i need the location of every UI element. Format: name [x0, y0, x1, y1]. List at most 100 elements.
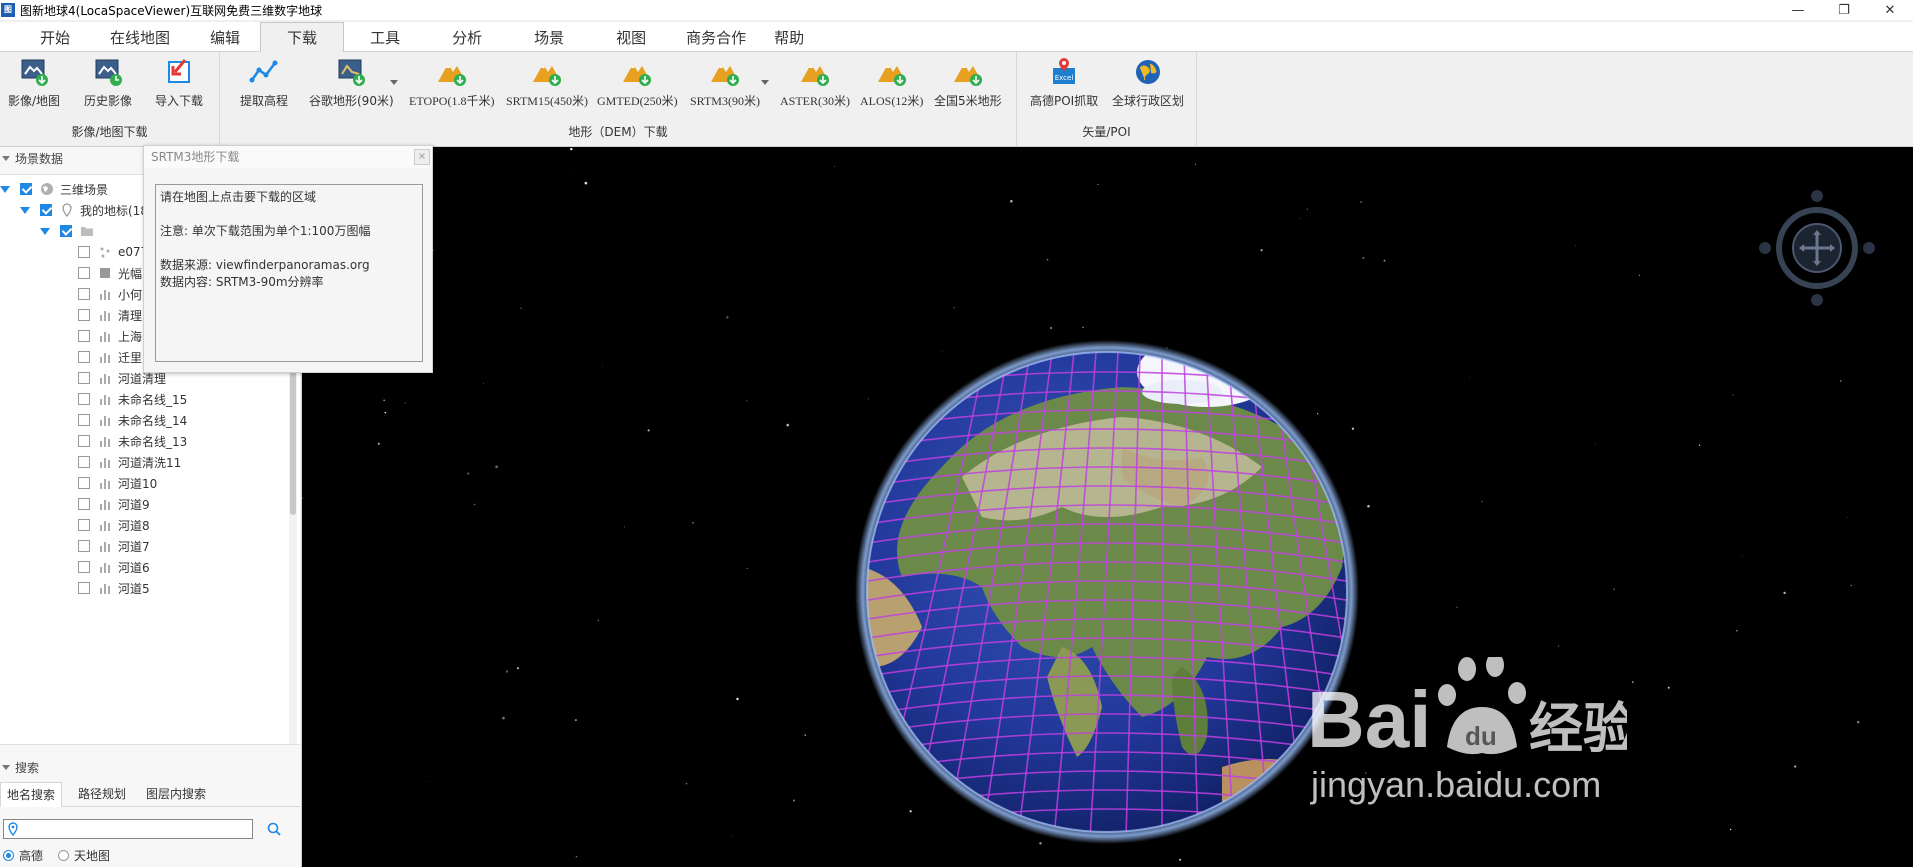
tilt-up-icon[interactable] — [1811, 190, 1823, 202]
gmted-button[interactable]: GMTED(250米) — [597, 56, 678, 109]
globe-canvas[interactable] — [302, 147, 1913, 867]
star — [647, 429, 650, 432]
dialog-line-note: 注意: 单次下载范围为单个1:100万图幅 — [160, 224, 371, 238]
history-imagery-button[interactable]: 历史影像 — [84, 56, 132, 109]
line-layer-icon — [100, 563, 110, 573]
close-button[interactable]: ✕ — [1867, 0, 1913, 20]
item-checkbox[interactable] — [78, 477, 90, 489]
provider-tianditu[interactable]: 天地图 — [58, 847, 110, 863]
tree-row-item[interactable]: 上海 — [78, 327, 142, 345]
item-checkbox[interactable] — [78, 582, 90, 594]
item-checkbox[interactable] — [78, 330, 90, 342]
navigation-compass[interactable] — [1759, 190, 1875, 306]
radio-tianditu[interactable] — [58, 849, 69, 861]
tab-start[interactable]: 开始 — [0, 23, 90, 51]
item-checkbox[interactable] — [78, 288, 90, 300]
item-checkbox[interactable] — [78, 309, 90, 321]
google-terrain-button[interactable]: 谷歌地形(90米) — [309, 56, 394, 109]
globe-view[interactable]: Bai du 经验 jingyan.baidu.com — [302, 147, 1913, 867]
item-checkbox[interactable] — [78, 519, 90, 531]
item-checkbox[interactable] — [78, 435, 90, 447]
search-icon[interactable] — [266, 821, 282, 837]
item-checkbox[interactable] — [78, 267, 90, 279]
star — [1638, 274, 1641, 277]
radio-amap[interactable] — [3, 849, 14, 861]
scene-panel-header[interactable]: 场景数据 — [0, 147, 63, 169]
srtm3-download-dialog[interactable]: SRTM3地形下载 × 请在地图上点击要下载的区域 注意: 单次下载范围为单个1… — [143, 145, 433, 373]
tree-row-item[interactable]: 小何 — [78, 285, 142, 303]
tree-row-item[interactable]: 迁里 — [78, 348, 142, 366]
item-checkbox[interactable] — [78, 246, 90, 258]
tree-row-item[interactable]: 河道7 — [78, 537, 150, 555]
item-checkbox[interactable] — [78, 561, 90, 573]
rotate-left-icon[interactable] — [1759, 242, 1771, 254]
star — [520, 307, 522, 309]
tree-row-item[interactable]: 河道10 — [78, 474, 157, 492]
etopo-button[interactable]: ETOPO(1.8千米) — [409, 56, 494, 109]
tilt-down-icon[interactable] — [1811, 294, 1823, 306]
national-5m-terrain-button[interactable]: 全国5米地形 — [934, 56, 1002, 109]
tab-layer-search[interactable]: 图层内搜索 — [140, 782, 212, 807]
imagery-map-button[interactable]: 影像/地图 — [8, 56, 60, 109]
dialog-close-button[interactable]: × — [414, 149, 430, 165]
restore-button[interactable]: ❐ — [1821, 0, 1867, 20]
srtm3-dropdown-arrow[interactable] — [761, 80, 769, 85]
tree-row-item[interactable]: 河道8 — [78, 516, 150, 534]
srtm3-button[interactable]: SRTM3(90米) — [690, 56, 760, 109]
item-checkbox[interactable] — [78, 351, 90, 363]
tab-route-planning[interactable]: 路径规划 — [72, 782, 132, 807]
root-checkbox[interactable] — [20, 183, 32, 195]
amap-poi-button[interactable]: Excel 高德POI抓取 — [1030, 56, 1098, 109]
tab-edit[interactable]: 编辑 — [190, 23, 260, 51]
item-checkbox[interactable] — [78, 414, 90, 426]
expand-arrow-icon[interactable] — [40, 227, 50, 235]
import-download-button[interactable]: 导入下载 — [155, 56, 203, 109]
provider-amap[interactable]: 高德 — [3, 847, 43, 863]
star — [1039, 842, 1042, 845]
item-checkbox[interactable] — [78, 540, 90, 552]
tree-row-item[interactable]: 河道5 — [78, 579, 150, 597]
tree-row-item[interactable]: 光幅 — [78, 264, 142, 282]
tab-help[interactable]: 帮助 — [760, 23, 818, 51]
tab-online-map[interactable]: 在线地图 — [90, 23, 190, 51]
search-panel-header[interactable]: 搜索 — [0, 756, 39, 778]
tab-business[interactable]: 商务合作 — [672, 23, 760, 51]
tab-scene[interactable]: 场景 — [508, 23, 590, 51]
star — [1558, 645, 1560, 647]
tree-row-item[interactable]: 河道清洗11 — [78, 453, 181, 471]
marks-checkbox[interactable] — [40, 204, 52, 216]
star — [953, 306, 956, 309]
rotate-right-icon[interactable] — [1863, 242, 1875, 254]
alos-button[interactable]: ALOS(12米) — [860, 56, 923, 109]
item-checkbox[interactable] — [78, 372, 90, 384]
tree-row-root[interactable]: 三维场景 — [0, 180, 108, 198]
tab-analysis[interactable]: 分析 — [426, 23, 508, 51]
srtm15-button[interactable]: SRTM15(450米) — [506, 56, 588, 109]
tree-row-item[interactable]: 河道9 — [78, 495, 150, 513]
tree-row-item[interactable]: e077 — [78, 243, 148, 261]
tab-place-search[interactable]: 地名搜索 — [0, 782, 63, 807]
tab-tools[interactable]: 工具 — [344, 23, 426, 51]
tree-row-item[interactable]: 未命名线_13 — [78, 432, 187, 450]
google-terrain-dropdown-arrow[interactable] — [390, 80, 398, 85]
global-admin-button[interactable]: 全球行政区划 — [1112, 56, 1184, 109]
tab-download[interactable]: 下载 — [260, 22, 345, 52]
minimize-button[interactable]: — — [1775, 0, 1821, 20]
search-input[interactable] — [3, 819, 253, 839]
tree-row-item[interactable]: 清理 — [78, 306, 142, 324]
tab-view[interactable]: 视图 — [590, 23, 672, 51]
expand-arrow-icon[interactable] — [20, 206, 30, 214]
item-checkbox[interactable] — [78, 456, 90, 468]
extract-elevation-button[interactable]: 提取高程 — [240, 56, 288, 109]
item-checkbox[interactable] — [78, 393, 90, 405]
tree-row-marks[interactable]: 我的地标(18 — [20, 201, 148, 219]
aster-button[interactable]: ASTER(30米) — [780, 56, 850, 109]
tree-row-folder[interactable] — [40, 222, 100, 240]
expand-arrow-icon[interactable] — [0, 185, 10, 193]
folder-checkbox[interactable] — [60, 225, 72, 237]
item-checkbox[interactable] — [78, 498, 90, 510]
tree-row-item[interactable]: 未命名线_15 — [78, 390, 187, 408]
tree-row-item[interactable]: 未命名线_14 — [78, 411, 187, 429]
globe-icon — [41, 183, 53, 195]
tree-row-item[interactable]: 河道6 — [78, 558, 150, 576]
